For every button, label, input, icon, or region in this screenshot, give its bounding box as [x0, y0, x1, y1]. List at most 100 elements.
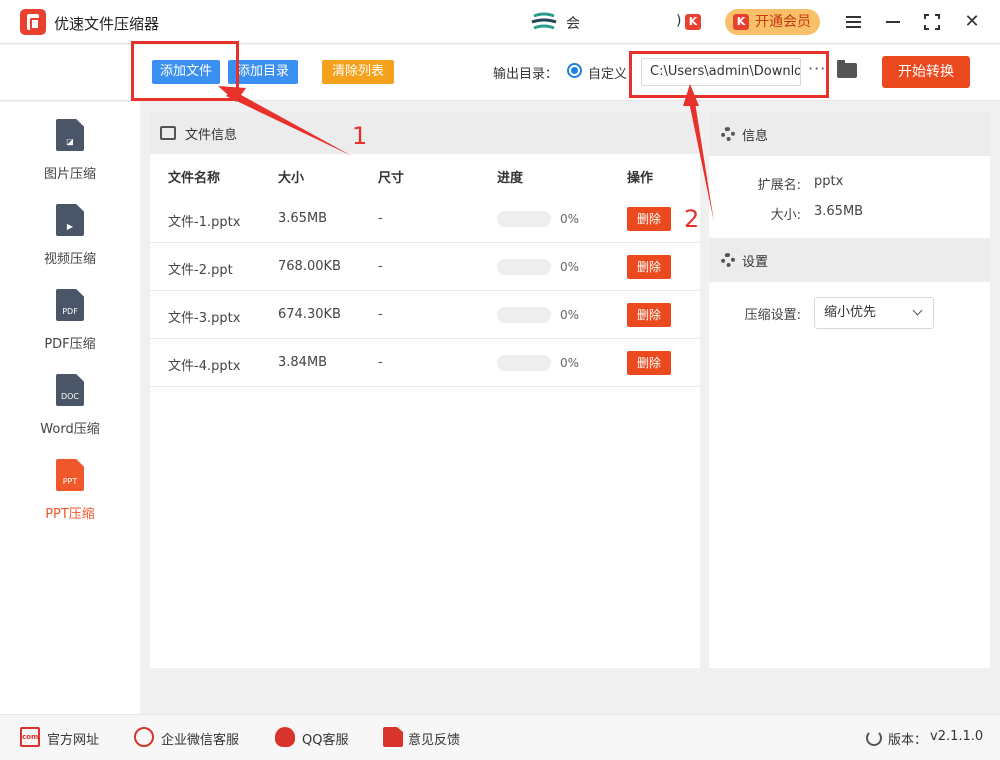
column-header-name: 文件名称 [168, 171, 221, 186]
app-title: 优速文件压缩器 [54, 15, 160, 33]
wechat-icon [134, 727, 154, 747]
version-value: v2.1.1.0 [930, 729, 984, 744]
annotation-number-1: 1 [352, 122, 368, 150]
sidebar-item-video[interactable]: ▶ 视频压缩 [0, 187, 140, 267]
annotation-number-2: 2 [684, 205, 700, 233]
vip-icon: K [733, 14, 749, 30]
footer: com 官方网址 企业微信客服 QQ客服 意见反馈 版本： v2.1.1.0 [0, 714, 1000, 760]
details-panel: 信息 扩展名: pptx 大小: 3.65MB 设置 压缩设置: 缩小优先 [709, 112, 990, 668]
website-link[interactable]: 官方网址 [47, 729, 99, 748]
brand-logo-icon [531, 12, 557, 30]
file-dimension: - [378, 355, 383, 370]
file-size: 3.65MB [278, 211, 328, 226]
vip-label: 开通会员 [755, 14, 811, 30]
file-name: 文件-1.pptx [168, 215, 241, 230]
sidebar-item-label: 图片压缩 [43, 167, 96, 182]
version-label: 版本： [888, 733, 928, 748]
menu-icon[interactable] [840, 9, 866, 35]
video-file-icon: ▶ [56, 204, 84, 236]
delete-button[interactable]: 删除 [627, 351, 671, 375]
sidebar-item-label: PPT压缩 [45, 507, 95, 522]
table-row[interactable]: 文件-1.pptx 3.65MB - 0% 删除 [150, 195, 700, 243]
wechat-support-link[interactable]: 企业微信客服 [161, 729, 239, 748]
progress-percent: 0% [560, 260, 580, 274]
start-convert-button[interactable]: 开始转换 [882, 56, 970, 88]
table-row[interactable]: 文件-2.ppt 768.00KB - 0% 删除 [150, 243, 700, 291]
gear-icon [721, 253, 735, 267]
qq-icon [275, 727, 295, 747]
image-file-icon: ◪ [56, 119, 84, 151]
doc-file-icon: DOC [56, 374, 84, 406]
sidebar-item-label: PDF压缩 [44, 337, 96, 352]
custom-dir-label: 自定义 [588, 67, 628, 82]
maximize-icon[interactable] [919, 9, 945, 35]
folder-icon[interactable] [837, 60, 857, 78]
file-dimension: - [378, 211, 383, 226]
custom-dir-radio[interactable] [567, 63, 582, 78]
file-name: 文件-2.ppt [168, 263, 233, 278]
table-row[interactable]: 文件-3.pptx 674.30KB - 0% 删除 [150, 291, 700, 339]
info-title: 信息 [742, 129, 769, 144]
website-icon: com [20, 727, 40, 747]
file-size: 3.84MB [278, 355, 328, 370]
sidebar-item-label: Word压缩 [40, 422, 100, 437]
settings-title: 设置 [742, 255, 769, 270]
sidebar-item-pdf[interactable]: PDF PDF压缩 [0, 272, 140, 352]
column-header-action: 操作 [627, 171, 654, 186]
sidebar: ◪ 图片压缩 ▶ 视频压缩 PDF PDF压缩 DOC Word压缩 PPT P… [0, 102, 140, 714]
clear-list-button[interactable]: 清除列表 [322, 60, 394, 84]
file-panel-title: 文件信息 [185, 128, 238, 143]
progress-bar [497, 307, 551, 323]
file-size: 768.00KB [278, 259, 341, 274]
progress-bar [497, 211, 551, 227]
progress-bar [497, 259, 551, 275]
column-header-dimension: 尺寸 [378, 171, 405, 186]
ppt-file-icon: PPT [56, 459, 84, 491]
progress-percent: 0% [560, 356, 580, 370]
brand-paren: ) [676, 13, 682, 29]
compress-setting-value: 缩小优先 [824, 305, 877, 320]
qq-support-link[interactable]: QQ客服 [302, 729, 348, 748]
progress-bar [497, 355, 551, 371]
image-icon [160, 126, 176, 140]
file-name: 文件-4.pptx [168, 359, 241, 374]
file-name: 文件-3.pptx [168, 311, 241, 326]
size-label: 大小: [770, 208, 801, 223]
chevron-down-icon [912, 305, 923, 316]
feedback-link[interactable]: 意见反馈 [408, 729, 460, 748]
file-panel-header: 文件信息 [150, 112, 700, 154]
delete-button[interactable]: 删除 [627, 207, 671, 231]
sidebar-item-word[interactable]: DOC Word压缩 [0, 357, 140, 437]
column-header-progress: 进度 [497, 171, 524, 186]
delete-button[interactable]: 删除 [627, 255, 671, 279]
size-value: 3.65MB [814, 204, 864, 219]
extension-value: pptx [814, 174, 844, 189]
compress-setting-select[interactable]: 缩小优先 [814, 297, 934, 329]
title-bar: 优速文件压缩器 会 ) K K 开通会员 ✕ [0, 0, 1000, 44]
vip-button[interactable]: K 开通会员 [725, 9, 820, 35]
compress-setting-label: 压缩设置: [744, 308, 801, 323]
file-list-panel: 文件信息 文件名称 大小 尺寸 进度 操作 文件-1.pptx 3.65MB -… [150, 112, 700, 668]
close-icon[interactable]: ✕ [959, 9, 985, 35]
pdf-file-icon: PDF [56, 289, 84, 321]
gear-icon [721, 127, 735, 141]
k-brand-icon: K [685, 14, 701, 30]
extension-label: 扩展名: [757, 178, 801, 193]
annotation-box-1 [131, 41, 239, 101]
file-dimension: - [378, 259, 383, 274]
settings-header: 设置 [709, 238, 990, 282]
progress-percent: 0% [560, 212, 580, 226]
output-dir-label: 输出目录： [493, 67, 559, 82]
app-logo-icon [20, 9, 46, 35]
brand-text: 会 [566, 16, 580, 32]
table-row[interactable]: 文件-4.pptx 3.84MB - 0% 删除 [150, 339, 700, 387]
refresh-icon[interactable] [866, 730, 882, 746]
minimize-icon[interactable] [880, 9, 906, 35]
sidebar-item-image[interactable]: ◪ 图片压缩 [0, 102, 140, 182]
info-header: 信息 [709, 112, 990, 156]
sidebar-item-ppt[interactable]: PPT PPT压缩 [0, 442, 140, 522]
annotation-box-2 [629, 51, 829, 98]
column-header-size: 大小 [278, 171, 305, 186]
delete-button[interactable]: 删除 [627, 303, 671, 327]
feedback-icon [383, 727, 403, 747]
